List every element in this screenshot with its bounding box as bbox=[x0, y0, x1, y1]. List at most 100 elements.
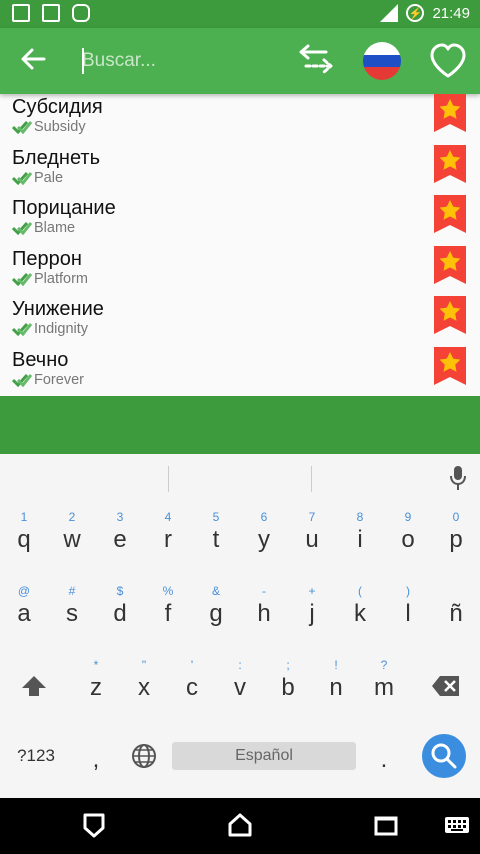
english-translation: Forever bbox=[34, 371, 84, 388]
key-letter: b bbox=[281, 674, 295, 701]
key-letter: e bbox=[113, 526, 127, 553]
favorite-star-ribbon-icon[interactable] bbox=[434, 195, 466, 234]
key-letter: x bbox=[138, 674, 150, 701]
key-hint: - bbox=[262, 584, 266, 598]
key-row2-6[interactable]: + j bbox=[288, 580, 336, 640]
english-translation: Platform bbox=[34, 270, 88, 287]
key-row3-6[interactable]: ? m bbox=[360, 654, 408, 714]
swap-languages-icon[interactable] bbox=[296, 42, 336, 78]
key-hint: & bbox=[211, 584, 220, 598]
favorite-star-ribbon-icon[interactable] bbox=[434, 245, 466, 284]
key-row2-2[interactable]: $ d bbox=[96, 580, 144, 640]
key-letter: c bbox=[186, 674, 198, 701]
key-row3-0[interactable]: * z bbox=[72, 654, 120, 714]
double-check-icon bbox=[12, 120, 32, 135]
double-check-icon bbox=[12, 272, 32, 287]
favorite-star-ribbon-icon[interactable] bbox=[434, 144, 466, 183]
suggestion-strip bbox=[0, 454, 480, 504]
soft-keyboard: ?123 , Español . 1 q 2 w 3 e 4 r 5 t 6 y 7 u 8 i 9 o 0 p @ a #… bbox=[0, 454, 480, 798]
key-row2-5[interactable]: -h bbox=[240, 580, 288, 640]
key-row1-8[interactable]: 9o bbox=[384, 506, 432, 566]
key-row1-0[interactable]: 1q bbox=[0, 506, 48, 566]
home-nav-icon[interactable] bbox=[227, 812, 253, 838]
key-letter: z bbox=[90, 674, 102, 701]
key-row2-1[interactable]: # s bbox=[48, 580, 96, 640]
shift-icon[interactable] bbox=[10, 656, 58, 716]
key-letter: n bbox=[329, 674, 343, 701]
clock: 21:49 bbox=[432, 4, 470, 22]
key-hint: % bbox=[162, 584, 174, 598]
android-notification-icon bbox=[72, 4, 90, 22]
word-row[interactable]: Перрон Platform bbox=[0, 245, 480, 297]
search-input[interactable] bbox=[82, 46, 282, 76]
key-row1-2[interactable]: 3e bbox=[96, 506, 144, 566]
key-row2-9[interactable]: ñ bbox=[432, 580, 480, 640]
key-row1-1[interactable]: 2w bbox=[48, 506, 96, 566]
word-row[interactable]: Порицание Blame bbox=[0, 195, 480, 246]
comma-key[interactable]: , bbox=[72, 730, 120, 790]
battery-saver-icon: ⚡ bbox=[406, 4, 425, 22]
back-arrow-icon[interactable] bbox=[18, 44, 50, 76]
space-bar[interactable]: Español bbox=[172, 742, 356, 770]
favorite-star-ribbon-icon[interactable] bbox=[434, 94, 466, 132]
key-letter: k bbox=[354, 600, 366, 627]
key-row3-4[interactable]: ; b bbox=[264, 654, 312, 714]
key-letter: v bbox=[234, 674, 246, 701]
text-cursor bbox=[82, 48, 84, 74]
key-row3-2[interactable]: ' c bbox=[168, 654, 216, 714]
recents-nav-icon[interactable] bbox=[374, 814, 398, 836]
english-translation: Indignity bbox=[34, 321, 89, 338]
globe-icon[interactable] bbox=[120, 726, 168, 786]
translation-line: Indignity bbox=[12, 321, 480, 337]
key-row1-3[interactable]: 4r bbox=[144, 506, 192, 566]
period-key[interactable]: . bbox=[360, 730, 408, 790]
key-row1-7[interactable]: 8i bbox=[336, 506, 384, 566]
key-hint: ' bbox=[190, 658, 194, 672]
key-letter: d bbox=[113, 600, 127, 627]
key-row1-5[interactable]: 6y bbox=[240, 506, 288, 566]
key-hint: 5 bbox=[212, 510, 220, 524]
key-row3-3[interactable]: :v bbox=[216, 654, 264, 714]
symbols-key[interactable]: ?123 bbox=[12, 726, 60, 786]
key-hint: $ bbox=[116, 584, 124, 598]
translation-line: Pale bbox=[12, 170, 480, 186]
russian-flag-icon[interactable] bbox=[363, 42, 401, 80]
word-row[interactable]: Бледнеть Pale bbox=[0, 144, 480, 196]
key-row1-4[interactable]: 5t bbox=[192, 506, 240, 566]
russian-word: Бледнеть bbox=[12, 146, 101, 169]
key-row2-4[interactable]: & g bbox=[192, 580, 240, 640]
search-enter-button[interactable] bbox=[422, 734, 466, 778]
key-letter: o bbox=[401, 526, 415, 553]
key-row1-9[interactable]: 0p bbox=[432, 506, 480, 566]
translation-line: Forever bbox=[12, 372, 480, 388]
back-nav-icon[interactable] bbox=[82, 812, 106, 838]
key-letter: p bbox=[449, 526, 463, 553]
key-row2-7[interactable]: (k bbox=[336, 580, 384, 640]
word-row[interactable]: Унижение Indignity bbox=[0, 296, 480, 347]
key-hint: 4 bbox=[164, 510, 172, 524]
microphone-icon[interactable] bbox=[448, 464, 468, 492]
key-letter: a bbox=[17, 600, 31, 627]
word-row[interactable]: Субсидия Subsidy bbox=[0, 94, 480, 145]
key-hint: 9 bbox=[404, 510, 412, 524]
key-row2-8[interactable]: ) l bbox=[384, 580, 432, 640]
key-letter: s bbox=[66, 600, 78, 627]
russian-word: Перрон bbox=[12, 247, 82, 270]
image-notification-icon bbox=[42, 4, 60, 22]
key-row2-3[interactable]: % f bbox=[144, 580, 192, 640]
search-icon bbox=[431, 743, 457, 769]
key-row1-6[interactable]: 7u bbox=[288, 506, 336, 566]
key-hint: 1 bbox=[20, 510, 28, 524]
keyboard-switch-icon[interactable] bbox=[444, 816, 470, 836]
key-row3-5[interactable]: ! n bbox=[312, 654, 360, 714]
favorite-star-ribbon-icon[interactable] bbox=[434, 346, 466, 385]
backspace-icon[interactable] bbox=[422, 656, 470, 716]
key-hint: 8 bbox=[356, 510, 364, 524]
word-row[interactable]: Вечно Forever bbox=[0, 346, 480, 398]
navigation-bar bbox=[0, 798, 480, 854]
key-row2-0[interactable]: @ a bbox=[0, 580, 48, 640]
key-row3-1[interactable]: " x bbox=[120, 654, 168, 714]
favorites-heart-icon[interactable] bbox=[428, 42, 468, 80]
favorite-star-ribbon-icon[interactable] bbox=[434, 296, 466, 335]
russian-word: Унижение bbox=[12, 298, 104, 321]
